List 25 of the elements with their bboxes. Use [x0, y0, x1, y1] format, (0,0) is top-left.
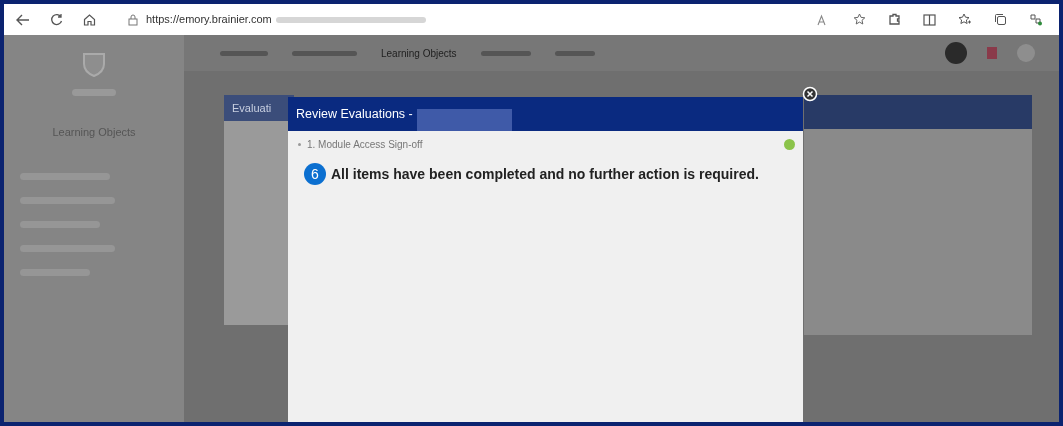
shield-logo-icon — [81, 51, 107, 77]
step-badge: 6 — [304, 163, 326, 185]
nav-tab[interactable]: Learning Objects — [381, 45, 457, 61]
bullet-icon — [298, 142, 301, 146]
lock-icon — [128, 13, 138, 26]
back-icon[interactable] — [16, 13, 30, 26]
extensions-status-icon[interactable] — [1029, 13, 1043, 26]
collections-icon[interactable] — [994, 13, 1007, 26]
card-title: Evaluati — [232, 100, 272, 116]
address-bar[interactable]: https://emory.brainier.com — [146, 11, 272, 28]
modal-title: Review Evaluations - — [296, 105, 413, 123]
redacted-text — [292, 50, 357, 56]
star-icon[interactable] — [853, 13, 866, 26]
home-icon[interactable] — [83, 13, 96, 26]
redacted-text — [554, 50, 595, 56]
avatar[interactable] — [945, 42, 967, 64]
favorites-icon[interactable] — [958, 13, 972, 26]
split-screen-icon[interactable] — [923, 13, 936, 26]
extension-icon[interactable] — [888, 13, 901, 26]
redacted-text — [220, 50, 268, 56]
close-icon[interactable] — [802, 86, 818, 102]
evaluation-item[interactable]: 1. Module Access Sign-off — [307, 136, 423, 152]
redacted-text — [480, 50, 531, 56]
reload-icon[interactable] — [50, 13, 63, 26]
completion-message: All items have been completed and no further action is required. — [331, 164, 759, 184]
